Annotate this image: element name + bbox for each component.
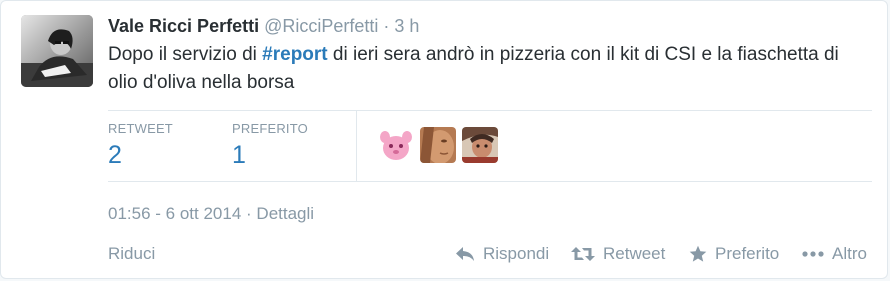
liker-avatar-3[interactable] (462, 127, 498, 163)
tweet-text: Dopo il servizio di #report di ieri sera… (108, 41, 848, 97)
author-fullname[interactable]: Vale Ricci Perfetti (108, 16, 259, 36)
favorite-button[interactable]: Preferito (689, 243, 779, 265)
hashtag-link[interactable]: #report (262, 44, 327, 65)
retweet-stat-label: RETWEET (108, 121, 173, 136)
favorite-stat[interactable]: PREFERITO 1 (232, 121, 308, 170)
liker-avatar-1[interactable] (378, 127, 414, 163)
star-icon (689, 245, 707, 262)
stats-divider (108, 110, 872, 111)
author-username[interactable]: @RicciPerfetti (264, 16, 378, 36)
meta-separator: · (246, 204, 252, 223)
favorite-label: Preferito (715, 244, 780, 263)
pink-creature-avatar-icon (378, 127, 414, 163)
more-button[interactable]: Altro (802, 243, 867, 265)
tweet-header: Vale Ricci Perfetti @RicciPerfetti · 3 h (108, 15, 419, 37)
reply-button[interactable]: Rispondi (455, 243, 549, 265)
tweet-card: Vale Ricci Perfetti @RicciPerfetti · 3 h… (0, 0, 888, 279)
avatar-photo-icon (21, 15, 93, 87)
retweet-button[interactable]: Retweet (571, 243, 665, 265)
stats-divider-bottom (108, 181, 872, 182)
more-label: Altro (832, 244, 867, 263)
retweet-count: 2 (108, 141, 122, 169)
person-photo-avatar-icon (462, 127, 498, 163)
collapse-link[interactable]: Riduci (108, 244, 155, 264)
details-link[interactable]: Dettagli (256, 204, 314, 223)
liker-avatar-2[interactable] (420, 127, 456, 163)
author-avatar[interactable] (21, 15, 93, 87)
favorite-stat-label: PREFERITO (232, 121, 308, 136)
header-separator: · (383, 16, 390, 36)
reply-label: Rispondi (483, 244, 550, 263)
retweet-stat[interactable]: RETWEET 2 (108, 121, 173, 170)
favorite-count: 1 (232, 141, 246, 169)
retweet-icon (571, 247, 595, 261)
tweet-time[interactable]: 3 h (394, 16, 419, 36)
stats-vertical-divider (356, 111, 357, 181)
tweet-metadata: 01:56 - 6 ott 2014 · Dettagli (108, 204, 314, 224)
reply-icon (456, 247, 474, 261)
face-closeup-avatar-icon (420, 127, 456, 163)
more-dots-icon (802, 251, 824, 257)
retweet-label: Retweet (603, 244, 666, 263)
tweet-text-before: Dopo il servizio di (108, 44, 263, 65)
tweet-timestamp: 01:56 - 6 ott 2014 (108, 204, 242, 223)
